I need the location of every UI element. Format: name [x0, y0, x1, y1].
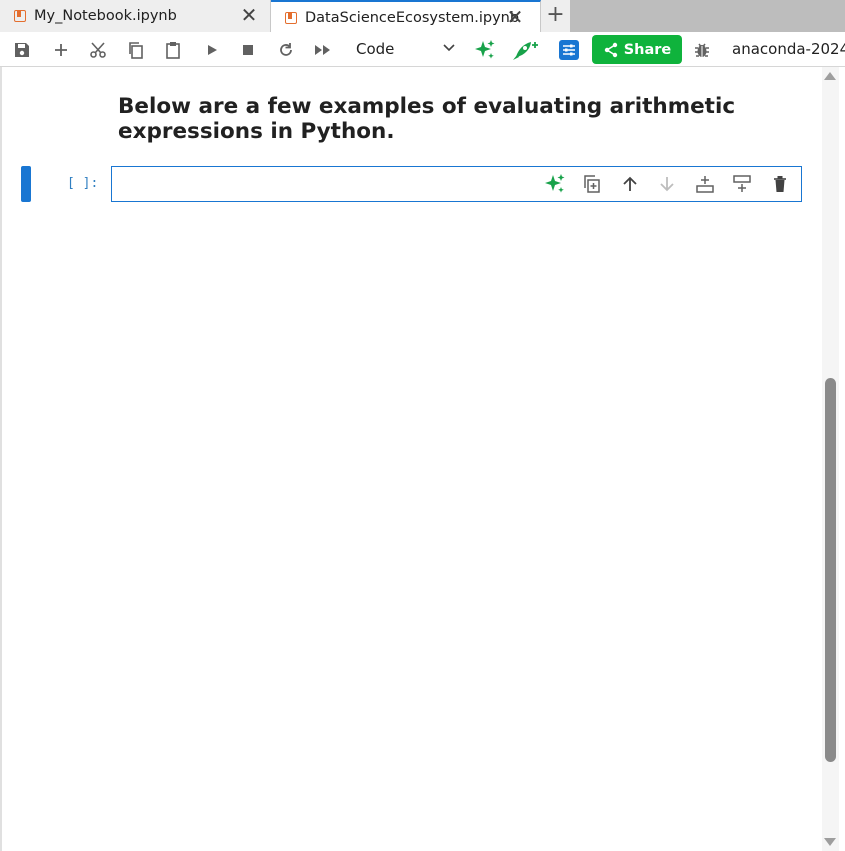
stop-icon[interactable]: [238, 40, 258, 60]
run-icon[interactable]: [202, 40, 222, 60]
new-tab-button[interactable]: +: [541, 0, 570, 32]
notebook-icon: [285, 11, 297, 24]
scroll-up-icon[interactable]: [824, 72, 836, 80]
save-icon[interactable]: [12, 40, 32, 60]
left-border: [0, 67, 2, 851]
add-icon[interactable]: [51, 40, 71, 60]
active-cell-indicator[interactable]: [21, 166, 31, 202]
cell-type-select[interactable]: Code: [356, 40, 456, 60]
share-button[interactable]: Share: [592, 35, 682, 64]
scrollbar-thumb[interactable]: [825, 378, 836, 762]
notebook-toolbar: Code: [0, 32, 845, 67]
insert-below-icon[interactable]: [731, 173, 753, 195]
kernel-name[interactable]: anaconda-2024: [732, 40, 845, 58]
duplicate-icon[interactable]: [581, 173, 603, 195]
execution-prompt: [ ]:: [67, 176, 99, 191]
chevron-down-icon: [442, 40, 456, 58]
paste-icon[interactable]: [163, 40, 183, 60]
run-all-icon[interactable]: [313, 40, 333, 60]
cell-type-value: Code: [356, 40, 395, 58]
copy-icon[interactable]: [126, 40, 146, 60]
close-icon[interactable]: ✕: [240, 5, 258, 25]
assistant-sparkle-icon[interactable]: [544, 173, 566, 195]
tab-bar: My_Notebook.ipynb ✕ DataScienceEcosystem…: [0, 0, 845, 33]
delete-icon[interactable]: [769, 173, 791, 195]
move-down-icon[interactable]: [656, 173, 678, 195]
notebook-icon: [14, 10, 26, 22]
scroll-down-icon[interactable]: [824, 838, 836, 846]
close-icon[interactable]: ✕: [506, 7, 524, 27]
insert-above-icon[interactable]: [694, 173, 716, 195]
settings-icon[interactable]: [558, 40, 580, 60]
tab-title: My_Notebook.ipynb: [34, 8, 177, 24]
share-label: Share: [623, 41, 672, 58]
tab-title: DataScienceEcosystem.ipynb: [305, 9, 520, 26]
move-up-icon[interactable]: [619, 173, 641, 195]
restart-icon[interactable]: [276, 40, 296, 60]
share-icon: [604, 42, 617, 57]
debugger-icon[interactable]: [692, 40, 712, 60]
cut-icon[interactable]: [88, 40, 108, 60]
tab-my-notebook[interactable]: My_Notebook.ipynb ✕: [0, 0, 271, 32]
deploy-rocket-icon[interactable]: [512, 40, 540, 60]
tab-datascience-ecosystem[interactable]: DataScienceEcosystem.ipynb ✕: [271, 0, 541, 33]
markdown-cell-text[interactable]: Below are a few examples of evaluating a…: [118, 94, 758, 144]
assistant-sparkle-icon[interactable]: [474, 40, 496, 60]
